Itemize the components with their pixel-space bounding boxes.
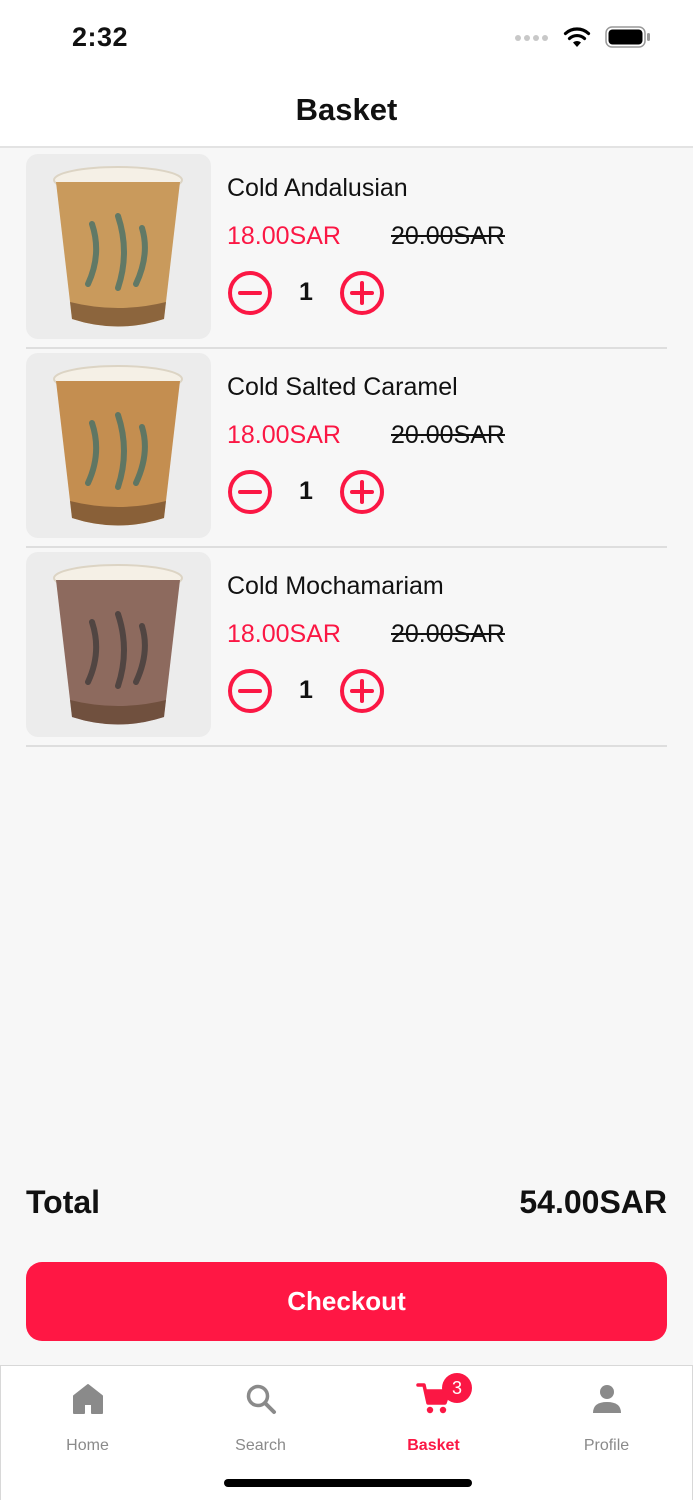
plus-circle-icon <box>340 271 384 315</box>
total-row: Total 54.00SAR <box>26 1184 667 1228</box>
increase-quantity-button[interactable] <box>339 270 385 316</box>
tab-label: Profile <box>583 1437 630 1454</box>
decrease-quantity-button[interactable] <box>227 270 273 316</box>
tab-home[interactable]: Home <box>1 1378 174 1458</box>
page-title: Basket <box>295 92 398 127</box>
total-label: Total <box>26 1184 101 1220</box>
product-image <box>26 353 211 538</box>
plus-circle-icon <box>340 470 384 514</box>
quantity-value: 1 <box>299 278 313 306</box>
minus-circle-icon <box>228 271 272 315</box>
search-icon <box>246 1384 276 1414</box>
product-old-price: 20.00SAR <box>391 421 505 449</box>
home-indicator <box>224 1479 472 1487</box>
signal-icon <box>515 35 548 41</box>
cart-count-badge: 3 <box>442 1373 472 1403</box>
checkout-button[interactable]: Checkout <box>26 1262 667 1341</box>
basket-item[interactable]: Cold Mochamariam 18.00SAR 20.00SAR 1 <box>26 548 667 747</box>
increase-quantity-button[interactable] <box>339 668 385 714</box>
home-icon <box>72 1384 103 1414</box>
tab-profile[interactable]: Profile <box>520 1378 693 1458</box>
product-name: Cold Mochamariam <box>227 572 444 600</box>
basket-item[interactable]: Cold Andalusian 18.00SAR 20.00SAR 1 <box>26 150 667 349</box>
status-time: 2:32 <box>72 22 129 52</box>
decrease-quantity-button[interactable] <box>227 469 273 515</box>
drink-cup-illustration <box>53 365 183 526</box>
status-bar: 2:32 <box>0 0 693 78</box>
tab-label: Basket <box>407 1437 460 1454</box>
product-name: Cold Salted Caramel <box>227 373 458 401</box>
product-name: Cold Andalusian <box>227 174 408 202</box>
wifi-icon <box>563 27 591 47</box>
tab-basket[interactable]: 3 Basket <box>347 1373 520 1458</box>
tab-label: Home <box>66 1437 109 1454</box>
person-icon <box>592 1385 621 1413</box>
status-icons <box>515 26 651 48</box>
basket-list: Cold Andalusian 18.00SAR 20.00SAR 1 Cold… <box>26 150 667 747</box>
decrease-quantity-button[interactable] <box>227 668 273 714</box>
product-image <box>26 552 211 737</box>
drink-cup-illustration <box>53 166 183 327</box>
tab-search[interactable]: Search <box>174 1378 347 1458</box>
product-old-price: 20.00SAR <box>391 222 505 250</box>
drink-cup-illustration <box>53 564 183 725</box>
basket-item[interactable]: Cold Salted Caramel 18.00SAR 20.00SAR 1 <box>26 349 667 548</box>
minus-circle-icon <box>228 470 272 514</box>
tab-label: Search <box>235 1437 286 1454</box>
total-value: 54.00SAR <box>519 1184 667 1220</box>
increase-quantity-button[interactable] <box>339 469 385 515</box>
plus-circle-icon <box>340 669 384 713</box>
product-price: 18.00SAR <box>227 421 341 449</box>
quantity-value: 1 <box>299 477 313 505</box>
product-price: 18.00SAR <box>227 620 341 648</box>
product-price: 18.00SAR <box>227 222 341 250</box>
quantity-value: 1 <box>299 676 313 704</box>
product-image <box>26 154 211 339</box>
product-old-price: 20.00SAR <box>391 620 505 648</box>
tab-bar: Home Search 3 Basket Profile <box>0 1365 693 1500</box>
nav-bar: Basket <box>0 78 693 148</box>
minus-circle-icon <box>228 669 272 713</box>
battery-icon <box>605 26 650 48</box>
